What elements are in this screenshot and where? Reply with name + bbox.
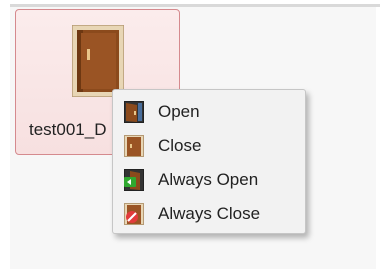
door-open-icon: [123, 101, 145, 123]
door-always-close-icon: [123, 203, 145, 225]
menu-item-close[interactable]: Close: [113, 129, 305, 163]
menu-item-open-label: Open: [158, 102, 200, 121]
menu-item-always-close[interactable]: Always Close: [113, 197, 305, 231]
door-closed-icon: [123, 135, 145, 157]
door-always-open-icon: [123, 169, 145, 191]
menu-item-open[interactable]: Open: [113, 95, 305, 129]
menu-item-always-close-label: Always Close: [158, 204, 261, 223]
menu-item-always-open[interactable]: Always Open: [113, 163, 305, 197]
door-context-menu: Open Close Always Open Always Close: [112, 89, 306, 234]
door-icon: [72, 25, 124, 97]
door-label: test001_D: [29, 120, 107, 139]
menu-item-close-label: Close: [158, 136, 202, 155]
menu-item-always-open-label: Always Open: [158, 170, 259, 189]
door-map-canvas: test001_D Open Close Always Open Always …: [0, 0, 380, 275]
